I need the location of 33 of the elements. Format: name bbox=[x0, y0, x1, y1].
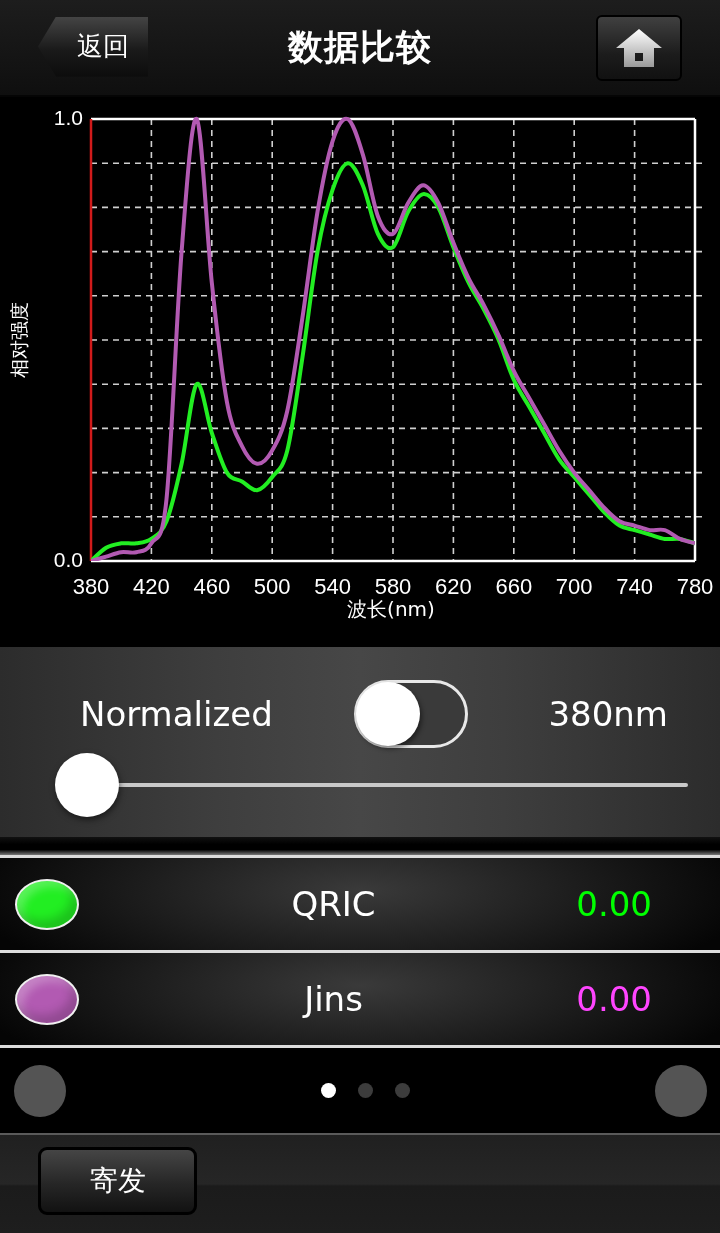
circle-button[interactable] bbox=[655, 1064, 707, 1117]
axis-tick-label: 540 bbox=[314, 573, 351, 599]
axis-tick-label: 740 bbox=[616, 573, 653, 599]
slider-thumb[interactable] bbox=[55, 753, 119, 817]
axis-title: 波长(nm) bbox=[347, 596, 435, 621]
axis-tick-label: 580 bbox=[374, 573, 412, 599]
back-button[interactable]: 返回 bbox=[38, 16, 148, 77]
page-dot[interactable] bbox=[321, 1083, 336, 1098]
normalized-label: Normalized bbox=[80, 694, 273, 734]
send-button[interactable]: 寄发 bbox=[38, 1147, 197, 1215]
axis-tick-label: 780 bbox=[676, 573, 714, 599]
axis-tick-label: 700 bbox=[555, 573, 593, 599]
series-name: QRIC bbox=[291, 884, 376, 924]
axis-tick-label: 420 bbox=[133, 573, 170, 599]
home-icon bbox=[616, 28, 662, 67]
circle-button[interactable] bbox=[14, 1064, 66, 1117]
wavelength-readout: 380nm bbox=[548, 694, 668, 734]
page-dot[interactable] bbox=[395, 1083, 410, 1098]
page-title: 数据比较 bbox=[288, 26, 432, 69]
series-name: Jins bbox=[304, 979, 363, 1019]
axis-title: 相对强度 bbox=[7, 302, 30, 378]
page-dot[interactable] bbox=[358, 1083, 373, 1098]
axis-tick-label: 460 bbox=[193, 573, 231, 599]
slider-track[interactable] bbox=[55, 753, 688, 817]
axis-tick-label: 0.0 bbox=[53, 547, 83, 571]
axis-tick-label: 500 bbox=[253, 573, 291, 599]
home-button[interactable] bbox=[596, 14, 682, 81]
axis-tick-label: 1.0 bbox=[53, 105, 83, 129]
axis-tick-label: 660 bbox=[495, 573, 533, 599]
series-value: 0.00 bbox=[576, 884, 652, 924]
axis-tick-label: 380 bbox=[72, 573, 110, 599]
series-value: 0.00 bbox=[576, 979, 652, 1019]
axis-tick-label: 620 bbox=[435, 573, 472, 599]
